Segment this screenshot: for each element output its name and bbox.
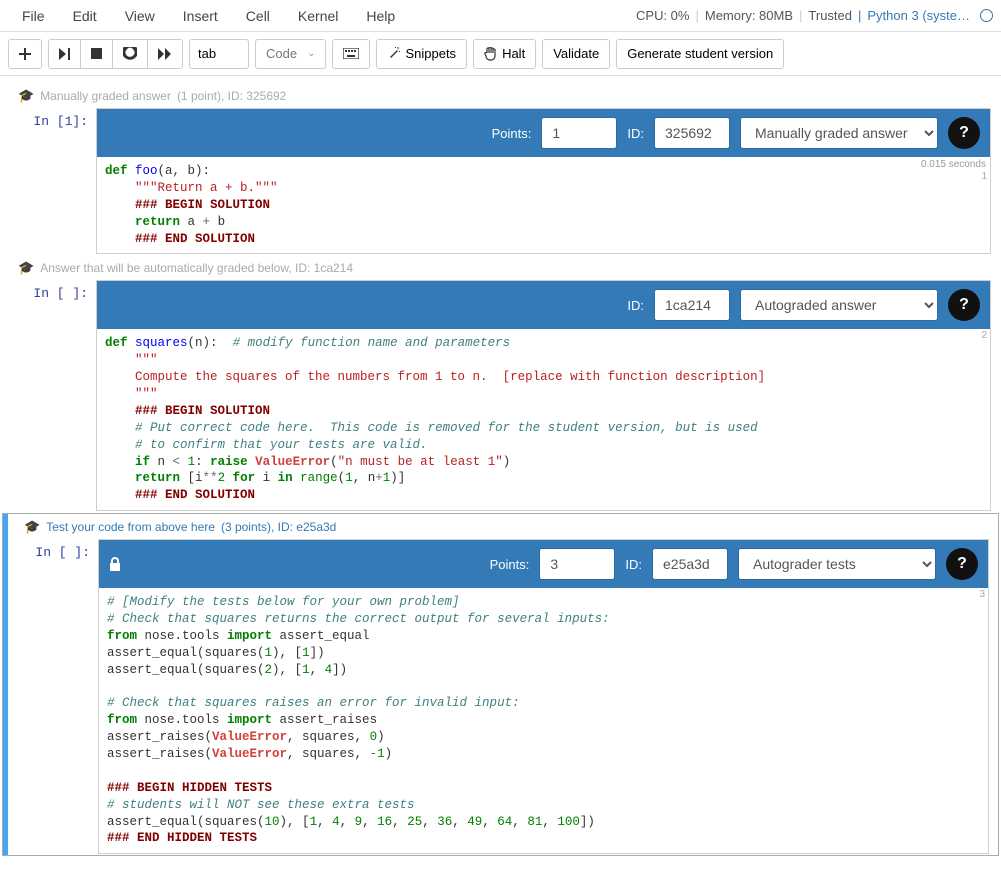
points-label: Points: <box>492 126 532 141</box>
menu-kernel[interactable]: Kernel <box>284 4 352 28</box>
annotation-text: Test your code from above here <box>46 520 215 534</box>
snippets-button[interactable]: Snippets <box>376 39 467 69</box>
step-forward-icon <box>59 48 70 60</box>
menu-file[interactable]: File <box>8 4 59 28</box>
annotation-text: Manually graded answer <box>40 89 171 103</box>
points-input[interactable] <box>539 548 615 580</box>
cell-number: 1 <box>981 171 987 182</box>
cell-3[interactable]: In [ ]: Points: ID: Autograder tests ? 3… <box>2 539 999 854</box>
snippets-label: Snippets <box>405 46 456 61</box>
cell-2[interactable]: In [ ]: ID: Autograded answer ? 2 def sq… <box>0 280 1001 511</box>
input-prompt: In [ ]: <box>0 280 96 511</box>
stop-button[interactable] <box>80 39 113 69</box>
halt-label: Halt <box>502 46 525 61</box>
id-label: ID: <box>627 298 644 313</box>
cell-annotation: 🎓 Test your code from above here (3 poin… <box>2 515 999 539</box>
generate-student-button[interactable]: Generate student version <box>616 39 784 69</box>
menu-bar: File Edit View Insert Cell Kernel Help C… <box>0 0 1001 32</box>
cell-annotation: 🎓 Manually graded answer (1 point), ID: … <box>0 84 1001 108</box>
menu-cell[interactable]: Cell <box>232 4 284 28</box>
run-next-button[interactable] <box>48 39 81 69</box>
menu-help[interactable]: Help <box>352 4 409 28</box>
plus-icon <box>19 48 31 60</box>
code-editor[interactable]: def squares(n): # modify function name a… <box>97 329 990 510</box>
add-cell-button[interactable] <box>8 39 42 69</box>
id-label: ID: <box>627 126 644 141</box>
input-prompt: In [1]: <box>0 108 96 254</box>
memory-status: Memory: 80MB <box>699 8 799 23</box>
graduation-cap-icon: 🎓 <box>24 519 40 535</box>
hand-icon <box>484 47 497 61</box>
celltype-nbgrader-select[interactable]: Manually graded answer <box>740 117 938 149</box>
nbgrader-toolbar: Points: ID: Manually graded answer ? <box>97 109 990 157</box>
input-prompt: In [ ]: <box>2 539 98 854</box>
keyboard-icon <box>343 48 359 59</box>
trusted-status[interactable]: Trusted <box>802 8 858 23</box>
cell-body: Points: ID: Autograder tests ? 3 # [Modi… <box>98 539 989 854</box>
annotation-text: Answer that will be automatically graded… <box>40 261 353 275</box>
wand-icon <box>387 47 400 60</box>
cell-body: ID: Autograded answer ? 2 def squares(n)… <box>96 280 991 511</box>
cell-number: 3 <box>979 589 985 600</box>
help-button[interactable]: ? <box>948 289 980 321</box>
fast-forward-icon <box>158 48 172 60</box>
celltype-nbgrader-select[interactable]: Autograded answer <box>740 289 938 321</box>
toolbar: Code ⌄ Snippets Halt Validate Generate s… <box>0 32 1001 76</box>
cell-number: 2 <box>981 330 987 341</box>
stop-icon <box>91 48 102 59</box>
help-button[interactable]: ? <box>948 117 980 149</box>
graduation-cap-icon: 🎓 <box>18 260 34 276</box>
nbgrader-toolbar: Points: ID: Autograder tests ? <box>99 540 988 588</box>
cell-annotation: 🎓 Answer that will be automatically grad… <box>0 256 1001 280</box>
run-all-button[interactable] <box>147 39 183 69</box>
id-label: ID: <box>625 557 642 572</box>
annotation-meta: (1 point), ID: 325692 <box>177 89 286 103</box>
cell-1[interactable]: In [1]: Points: ID: Manually graded answ… <box>0 108 1001 254</box>
menu-insert[interactable]: Insert <box>169 4 232 28</box>
cell-wrap-2: 🎓 Answer that will be automatically grad… <box>0 256 1001 511</box>
execution-timing: 0.015 seconds <box>921 159 986 170</box>
annotation-meta: (3 points), ID: e25a3d <box>221 520 336 534</box>
cell-wrap-1: 🎓 Manually graded answer (1 point), ID: … <box>0 84 1001 254</box>
kernel-status-icon <box>980 9 993 22</box>
menu-view[interactable]: View <box>111 4 169 28</box>
cell-body: Points: ID: Manually graded answer ? 0.0… <box>96 108 991 254</box>
kernel-name[interactable]: Python 3 (syste… <box>861 8 976 23</box>
chevron-down-icon: ⌄ <box>307 48 315 59</box>
halt-button[interactable]: Halt <box>473 39 536 69</box>
menu-edit[interactable]: Edit <box>59 4 111 28</box>
celltype-select[interactable]: Code ⌄ <box>255 39 326 69</box>
points-label: Points: <box>490 557 530 572</box>
celltype-label: Code <box>266 46 297 61</box>
notebook-container: 🎓 Manually graded answer (1 point), ID: … <box>0 76 1001 878</box>
help-button[interactable]: ? <box>946 548 978 580</box>
lock-icon <box>109 557 121 571</box>
id-input[interactable] <box>652 548 728 580</box>
restart-icon <box>123 47 137 60</box>
celltype-nbgrader-select[interactable]: Autograder tests <box>738 548 936 580</box>
validate-button[interactable]: Validate <box>542 39 610 69</box>
cell-wrap-3: 🎓 Test your code from above here (3 poin… <box>0 513 1001 856</box>
cpu-status: CPU: 0% <box>630 8 695 23</box>
restart-button[interactable] <box>112 39 148 69</box>
code-editor[interactable]: def foo(a, b): """Return a + b.""" ### B… <box>97 157 990 253</box>
graduation-cap-icon: 🎓 <box>18 88 34 104</box>
id-input[interactable] <box>654 289 730 321</box>
nbgrader-toolbar: ID: Autograded answer ? <box>97 281 990 329</box>
id-input[interactable] <box>654 117 730 149</box>
code-editor[interactable]: # [Modify the tests below for your own p… <box>99 588 988 853</box>
command-palette-button[interactable] <box>332 39 370 69</box>
points-input[interactable] <box>541 117 617 149</box>
tab-input[interactable] <box>189 39 249 69</box>
